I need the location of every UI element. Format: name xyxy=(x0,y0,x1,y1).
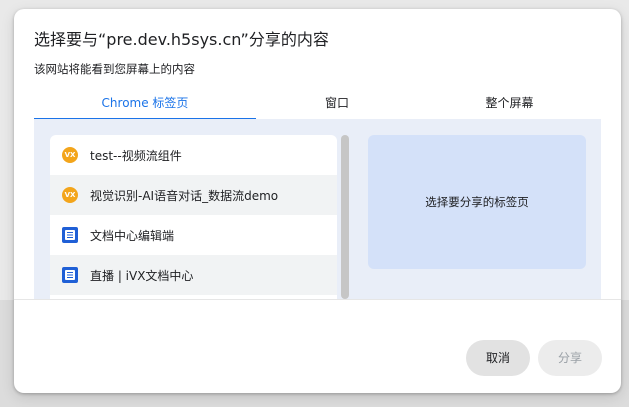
tab-panel: VX test--视频流组件 VX 视觉识别-AI语音对话_数据流demo 文档… xyxy=(34,119,601,299)
tab-entire-screen[interactable]: 整个屏幕 xyxy=(418,93,601,119)
footer-divider xyxy=(14,299,621,300)
share-preview: 选择要分享的标签页 xyxy=(368,135,586,269)
list-item-label: 直播 | iVX文档中心 xyxy=(90,268,194,283)
source-tabs: Chrome 标签页 窗口 整个屏幕 xyxy=(34,93,601,120)
chrome-tab-list: VX test--视频流组件 VX 视觉识别-AI语音对话_数据流demo 文档… xyxy=(50,135,337,299)
list-item-label: 视觉识别-AI语音对话_数据流demo xyxy=(90,188,279,203)
tab-chrome-tabs[interactable]: Chrome 标签页 xyxy=(34,93,256,119)
list-item[interactable]: 直播 | iVX文档中心 xyxy=(50,255,337,295)
list-scrollbar[interactable] xyxy=(341,135,349,299)
share-button[interactable]: 分享 xyxy=(538,340,602,376)
list-item[interactable]: 文档中心编辑端 xyxy=(50,215,337,255)
share-screen-dialog: 选择要与“pre.dev.h5sys.cn”分享的内容 该网站将能看到您屏幕上的… xyxy=(14,9,621,393)
document-favicon-icon xyxy=(62,227,78,243)
ivx-favicon-icon: VX xyxy=(62,147,78,163)
list-item-label: 文档中心编辑端 xyxy=(90,228,175,243)
document-favicon-icon xyxy=(62,267,78,283)
tab-window[interactable]: 窗口 xyxy=(256,93,418,119)
list-item[interactable]: VX 视觉识别-AI语音对话_数据流demo xyxy=(50,175,337,215)
list-item-label: test--视频流组件 xyxy=(90,148,182,163)
dialog-subtitle: 该网站将能看到您屏幕上的内容 xyxy=(34,62,195,76)
preview-placeholder: 选择要分享的标签页 xyxy=(425,195,529,209)
ivx-favicon-icon: VX xyxy=(62,187,78,203)
cancel-button[interactable]: 取消 xyxy=(466,340,530,376)
list-item[interactable]: VX test--视频流组件 xyxy=(50,135,337,175)
dialog-title: 选择要与“pre.dev.h5sys.cn”分享的内容 xyxy=(34,30,329,49)
